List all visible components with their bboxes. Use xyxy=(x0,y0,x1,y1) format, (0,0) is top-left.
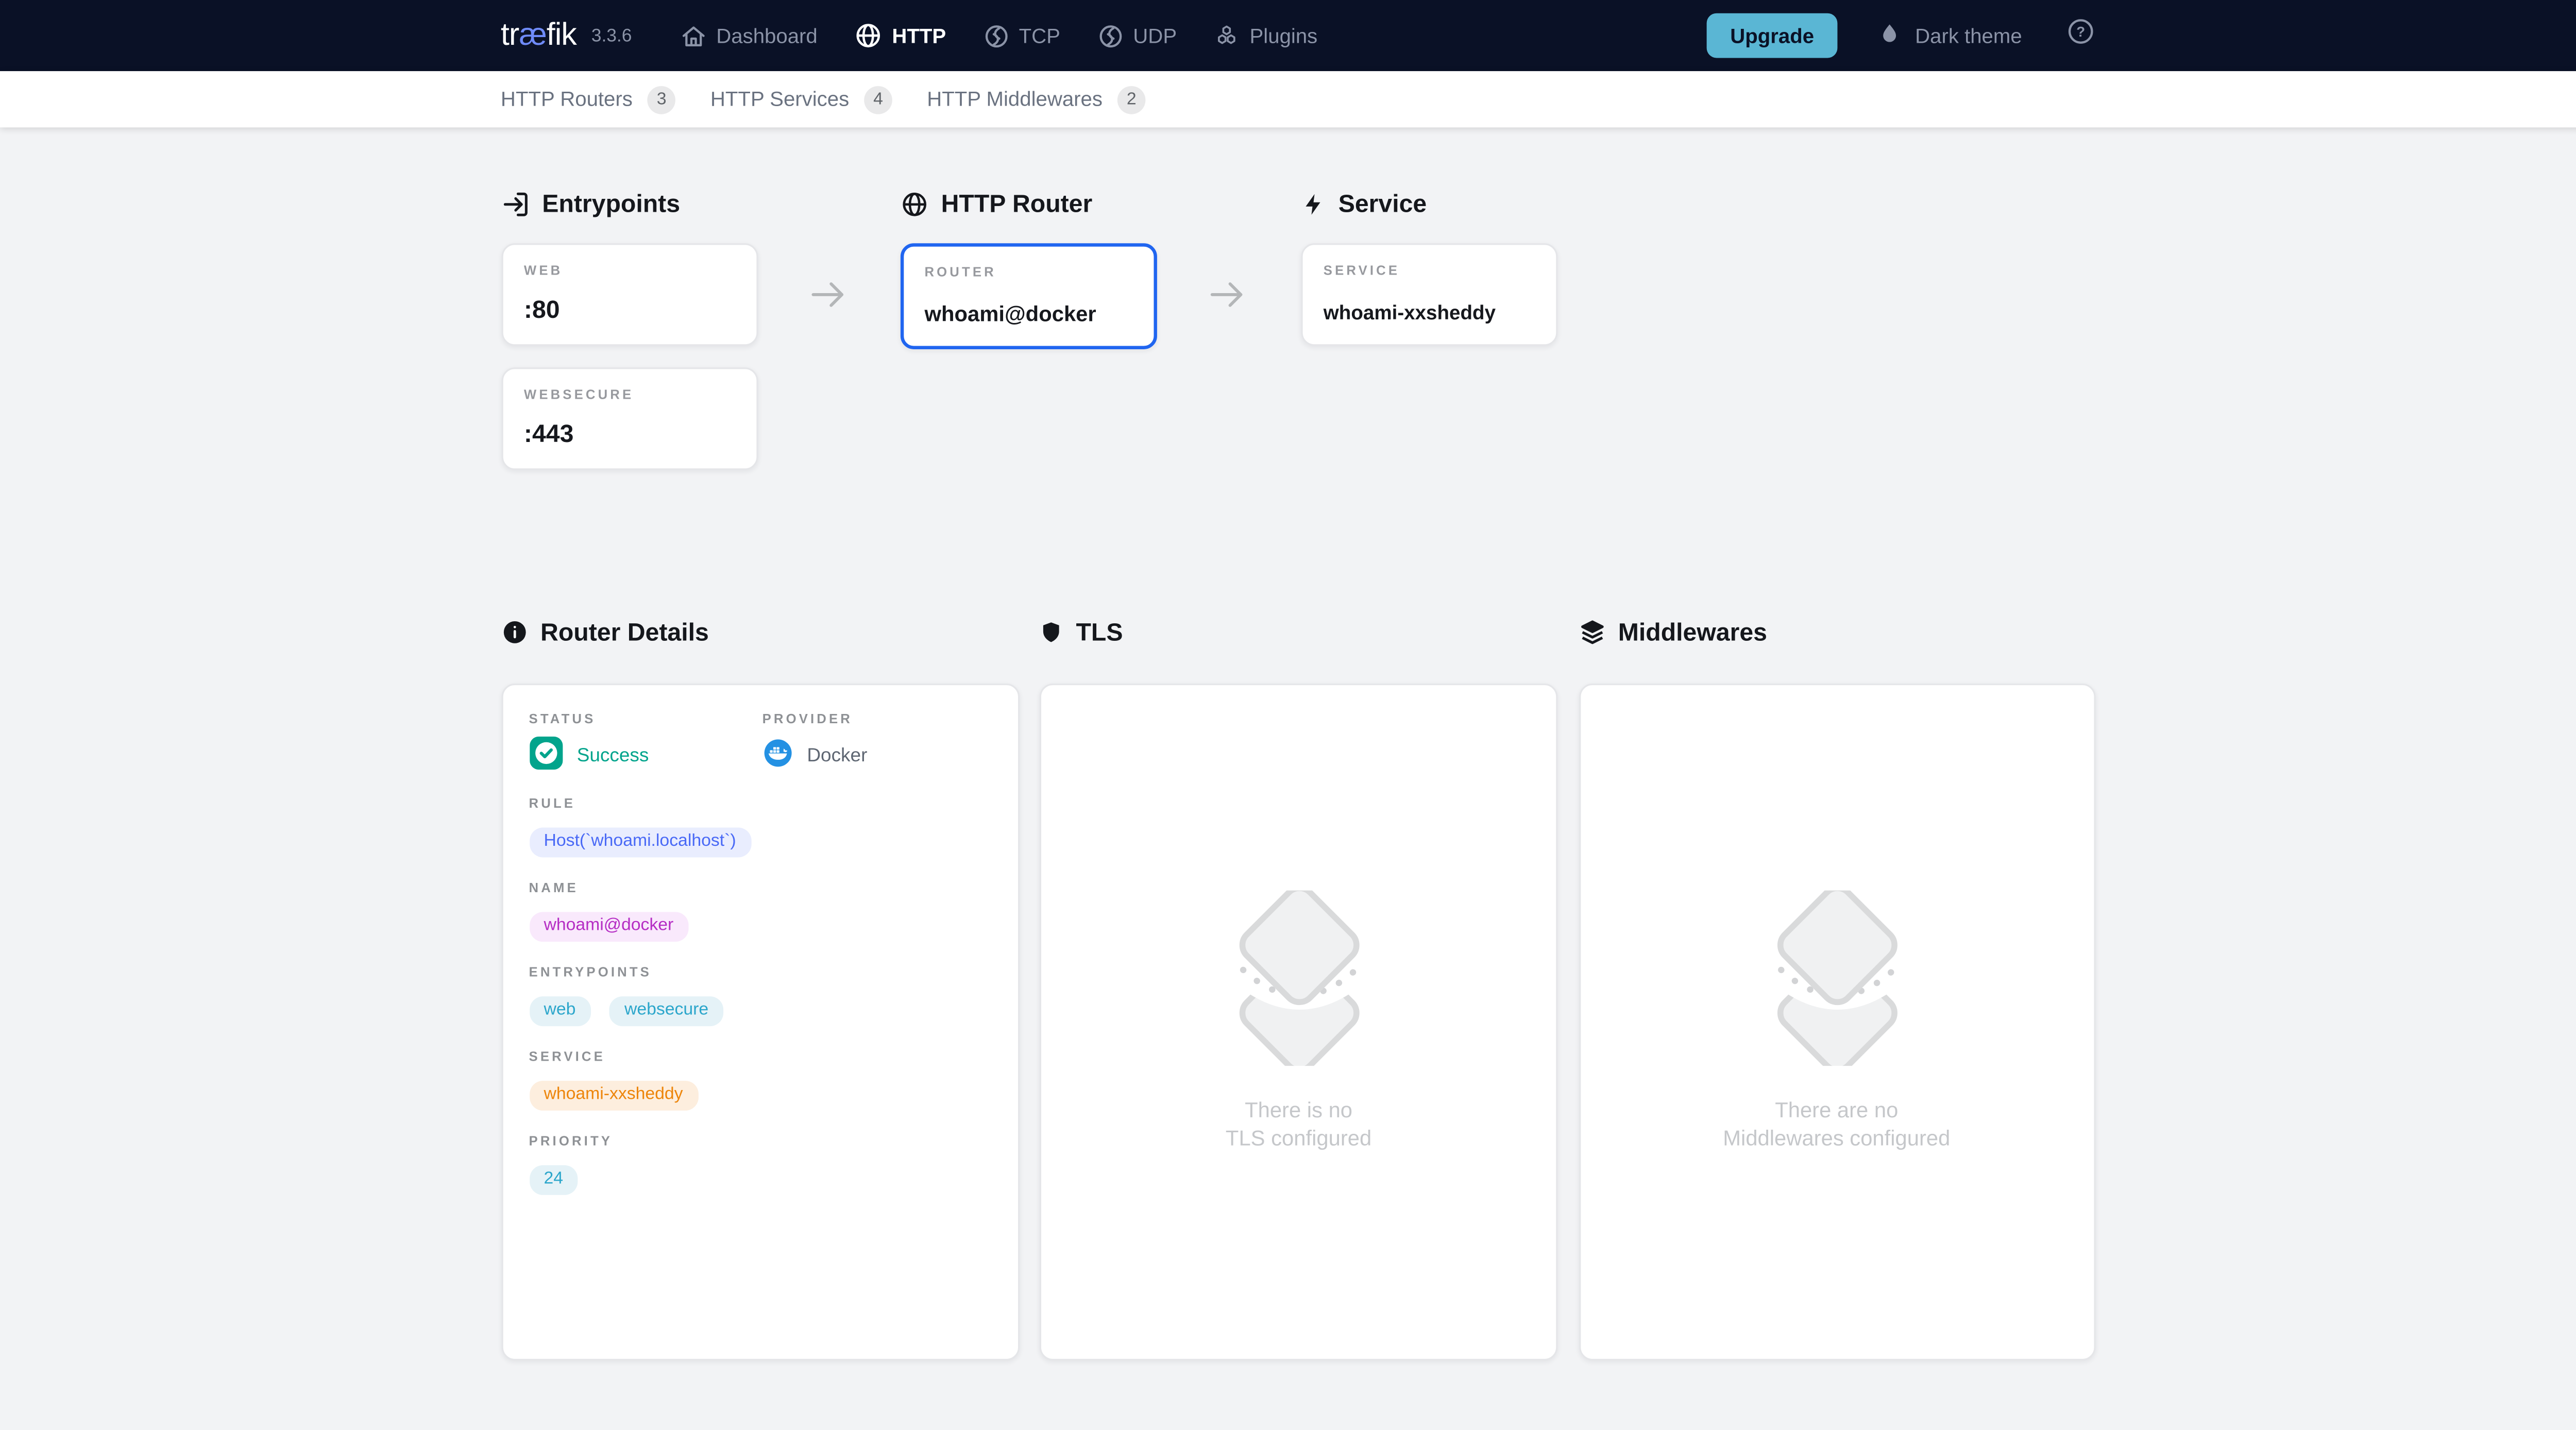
entrypoints-label: ENTRYPOINTS xyxy=(529,965,991,980)
svg-text:?: ? xyxy=(2076,24,2084,40)
version-label: 3.3.6 xyxy=(591,26,632,46)
nav-label: Plugins xyxy=(1250,24,1318,47)
traefik-logo[interactable]: træfik xyxy=(501,18,577,54)
shield-icon xyxy=(1040,619,1063,645)
app-header: træfik 3.3.6 Dashboard HTTP xyxy=(0,0,2576,71)
nav-label: Dashboard xyxy=(716,24,817,47)
nav-item-udp[interactable]: UDP xyxy=(1097,22,1177,48)
flow-arrow-icon xyxy=(757,243,900,346)
nav-item-http[interactable]: HTTP xyxy=(854,22,946,50)
card-label: WEBSECURE xyxy=(524,387,734,402)
middlewares-title: Middlewares xyxy=(1618,618,1767,646)
empty-layers-illustration xyxy=(1757,891,1916,1075)
entrypoints-title: Entrypoints xyxy=(542,190,680,218)
sub-nav-tab-bar: HTTP Routers 3 HTTP Services 4 HTTP Midd… xyxy=(0,71,2576,127)
tab-http-routers[interactable]: HTTP Routers 3 xyxy=(501,85,675,113)
status-value: Success xyxy=(577,746,649,767)
card-value: whoami@docker xyxy=(924,301,1131,326)
provider-label: PROVIDER xyxy=(762,712,868,727)
service-value-pill: whoami-xxsheddy xyxy=(529,1080,698,1111)
info-icon xyxy=(501,619,527,645)
tab-label: HTTP Middlewares xyxy=(927,88,1103,111)
priority-value-pill: 24 xyxy=(529,1165,578,1196)
login-arrow-icon xyxy=(501,190,529,218)
nav-label: TCP xyxy=(1019,24,1060,47)
tls-card: There is no TLS configured xyxy=(1040,684,1558,1360)
details-section: Router Details TLS Middlewares xyxy=(501,612,2095,1360)
layers-icon xyxy=(1579,619,1605,645)
service-heading: Service xyxy=(1300,184,1557,224)
dark-theme-label: Dark theme xyxy=(1915,24,2022,47)
lightning-icon xyxy=(1300,191,1325,216)
plugins-icon xyxy=(1213,22,1240,48)
router-details-title: Router Details xyxy=(540,618,709,646)
status-label: STATUS xyxy=(529,712,762,727)
middlewares-empty-message: There are no Middlewares configured xyxy=(1723,1098,1950,1153)
tab-count-badge: 2 xyxy=(1117,85,1146,113)
tab-count-badge: 3 xyxy=(648,85,676,113)
name-value-pill: whoami@docker xyxy=(529,911,689,942)
nav-label: UDP xyxy=(1133,24,1177,47)
tab-label: HTTP Services xyxy=(710,88,849,111)
service-title: Service xyxy=(1338,190,1427,218)
entrypoint-pill-websecure: websecure xyxy=(609,996,723,1027)
entrypoint-card-web[interactable]: WEB :80 xyxy=(501,243,757,346)
logo-text-suffix: fik xyxy=(547,18,577,54)
entrypoints-heading: Entrypoints xyxy=(501,184,757,224)
tab-label: HTTP Routers xyxy=(501,88,633,111)
middlewares-card: There are no Middlewares configured xyxy=(1579,684,2095,1360)
flow-arrow-icon xyxy=(1156,243,1300,346)
entrypoint-pill-web: web xyxy=(529,996,591,1027)
card-value: whoami-xxsheddy xyxy=(1324,301,1534,325)
tls-empty-message: There is no TLS configured xyxy=(1226,1098,1371,1153)
logo-text-prefix: tr xyxy=(501,18,519,54)
rule-label: RULE xyxy=(529,796,991,811)
service-label: SERVICE xyxy=(529,1050,991,1065)
dark-theme-toggle[interactable]: Dark theme xyxy=(1877,21,2022,50)
service-card[interactable]: SERVICE whoami-xxsheddy xyxy=(1300,243,1557,346)
globe-icon xyxy=(854,22,882,50)
nav-item-tcp[interactable]: TCP xyxy=(982,22,1060,48)
entrypoint-card-websecure[interactable]: WEBSECURE :443 xyxy=(501,367,757,470)
help-button[interactable]: ? xyxy=(2065,16,2095,55)
card-label: WEB xyxy=(524,263,734,278)
tls-heading: TLS xyxy=(1040,612,1558,652)
provider-value: Docker xyxy=(807,746,867,767)
card-value: :443 xyxy=(524,420,734,449)
tab-count-badge: 4 xyxy=(864,85,892,113)
rule-value-pill: Host(`whoami.localhost`) xyxy=(529,827,751,858)
success-check-icon xyxy=(529,736,562,777)
empty-layers-illustration xyxy=(1219,891,1378,1075)
priority-label: PRIORITY xyxy=(529,1134,991,1149)
router-details-card: STATUS Success PROVIDER xyxy=(501,684,1019,1360)
card-value: :80 xyxy=(524,296,734,325)
nav-label: HTTP xyxy=(892,24,946,47)
upgrade-button[interactable]: Upgrade xyxy=(1707,13,1837,58)
nav-item-dashboard[interactable]: Dashboard xyxy=(680,22,818,48)
card-label: ROUTER xyxy=(924,265,1131,280)
main-nav: Dashboard HTTP TCP xyxy=(680,22,1318,50)
globe-icon xyxy=(900,190,928,218)
router-card[interactable]: ROUTER whoami@docker xyxy=(900,243,1156,349)
tab-http-middlewares[interactable]: HTTP Middlewares 2 xyxy=(927,85,1145,113)
middlewares-heading: Middlewares xyxy=(1579,612,2095,652)
tls-title: TLS xyxy=(1076,618,1123,646)
droplet-icon xyxy=(1877,21,1902,50)
card-label: SERVICE xyxy=(1324,263,1534,278)
http-router-heading: HTTP Router xyxy=(900,184,1156,224)
help-icon: ? xyxy=(2065,16,2095,55)
home-icon xyxy=(680,22,706,48)
udp-icon xyxy=(1097,22,1123,48)
nav-item-plugins[interactable]: Plugins xyxy=(1213,22,1317,48)
page: træfik 3.3.6 Dashboard HTTP xyxy=(0,0,2576,1430)
tab-http-services[interactable]: HTTP Services 4 xyxy=(710,85,892,113)
docker-icon xyxy=(762,737,792,775)
router-details-heading: Router Details xyxy=(501,612,1019,652)
logo-ae-ligature: æ xyxy=(519,18,546,54)
tcp-icon xyxy=(982,22,1009,48)
http-router-title: HTTP Router xyxy=(941,190,1093,218)
name-label: NAME xyxy=(529,880,991,895)
router-pipeline: Entrypoints HTTP Router Service WEB :80 xyxy=(501,184,2095,470)
